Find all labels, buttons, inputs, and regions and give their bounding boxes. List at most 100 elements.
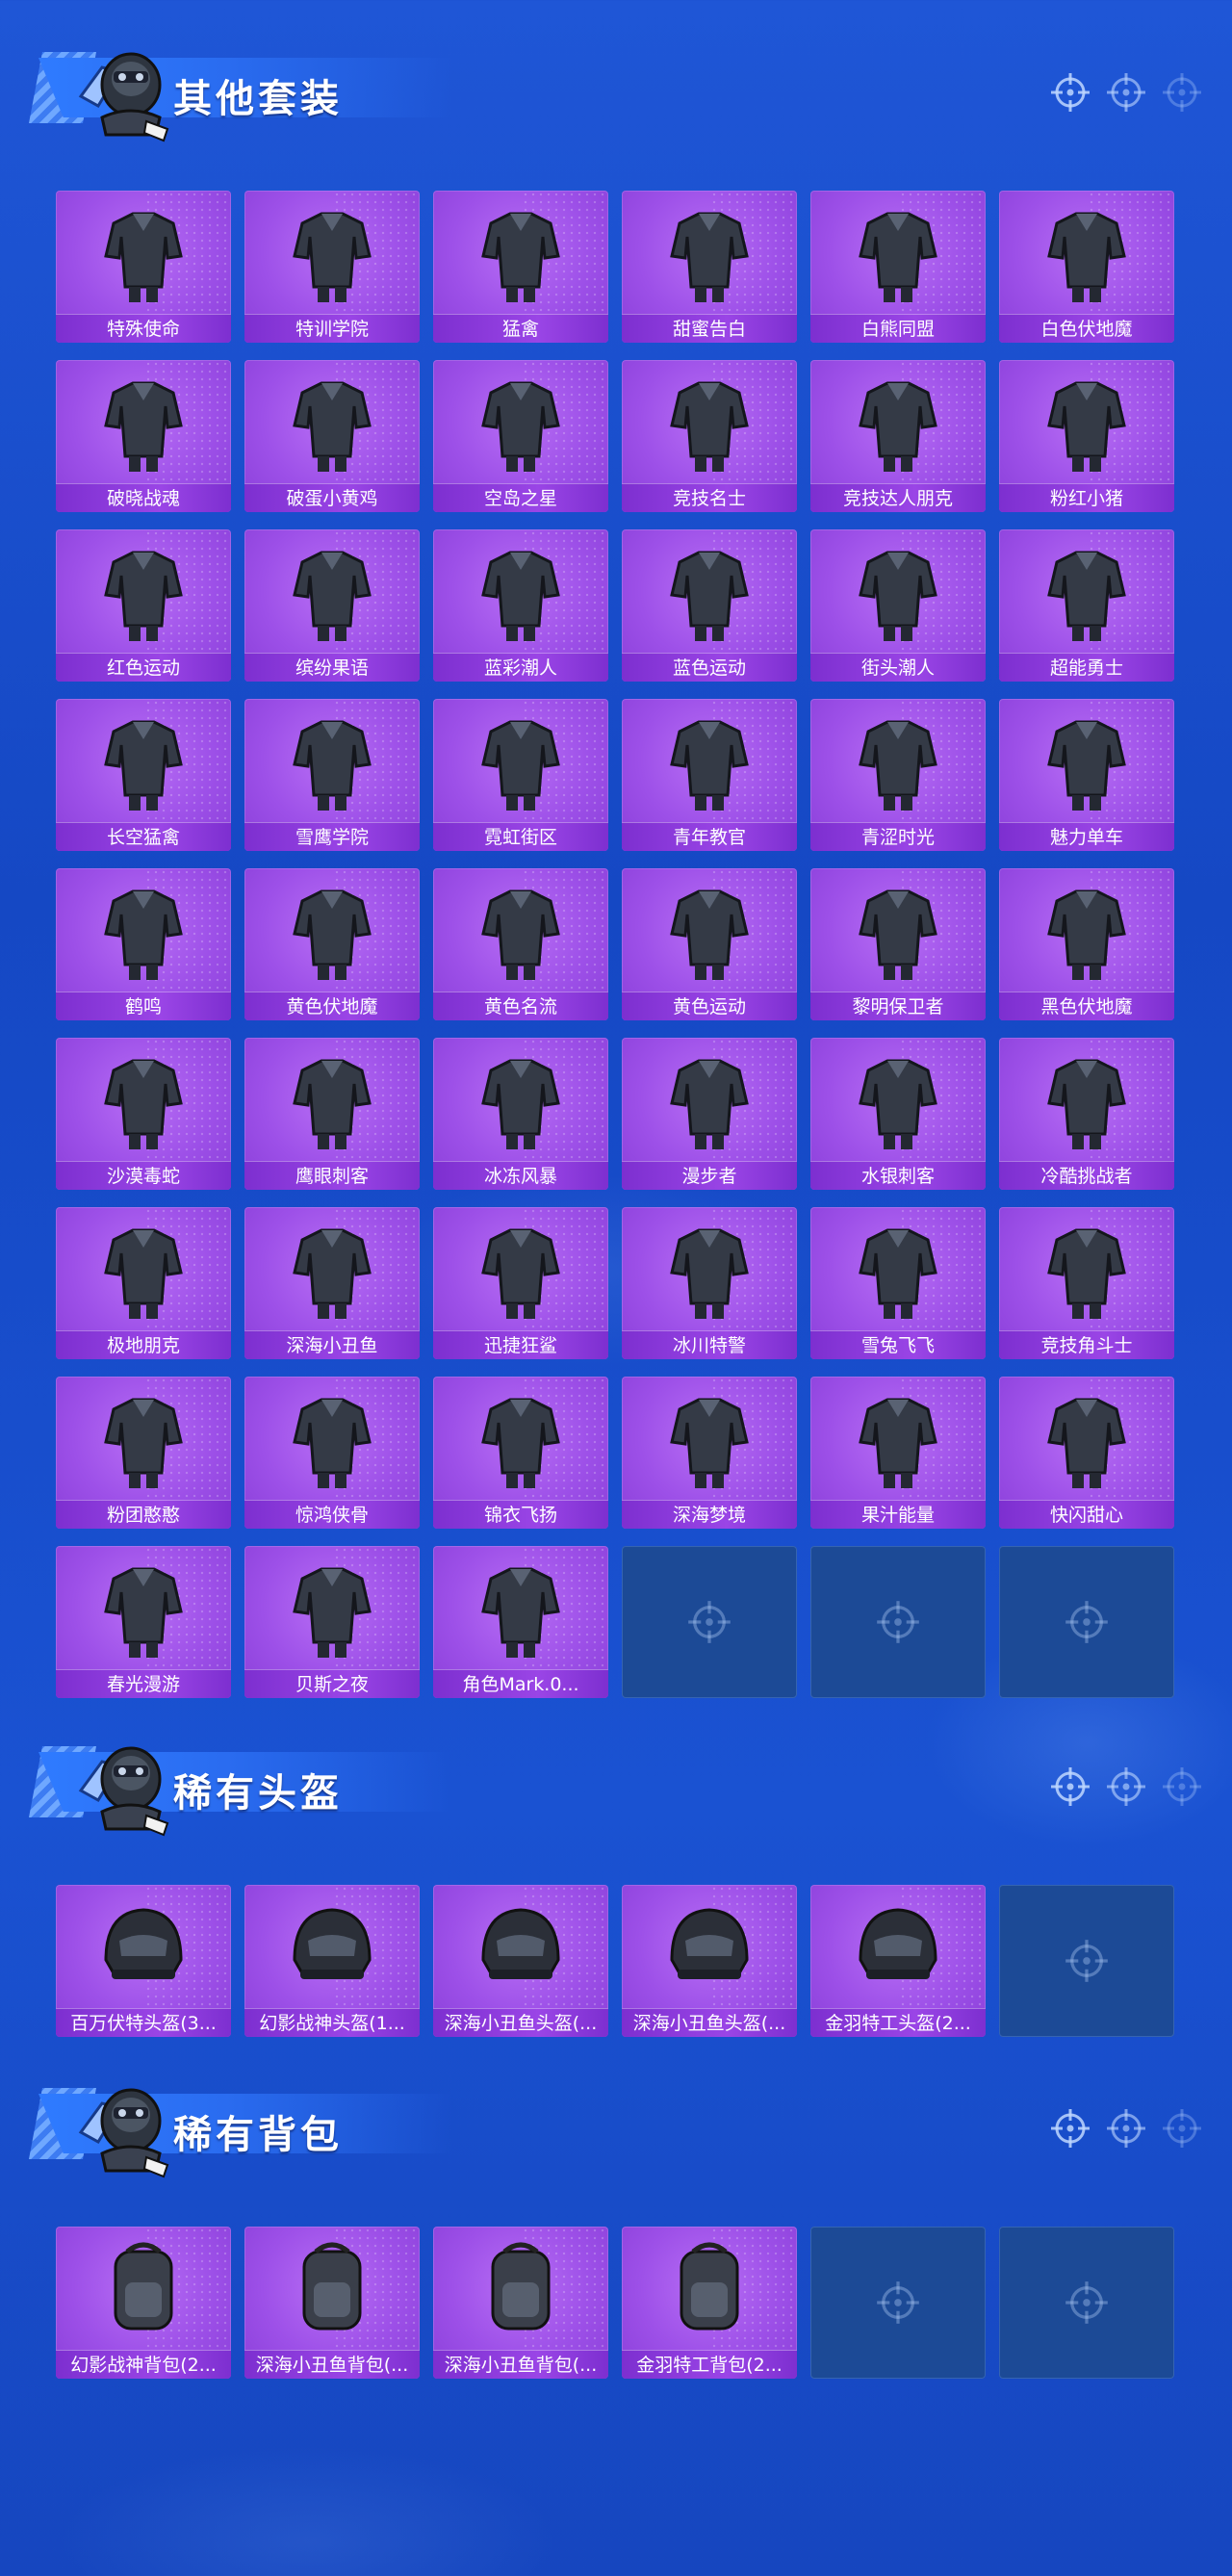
item-card[interactable]: 深海小丑鱼背包(... bbox=[433, 2227, 608, 2379]
outfit-image bbox=[273, 1215, 391, 1323]
item-card[interactable]: 红色运动 bbox=[56, 529, 231, 682]
item-card[interactable]: 竞技名士 bbox=[622, 360, 797, 512]
item-card[interactable]: 猛禽 bbox=[433, 191, 608, 343]
item-card[interactable]: 粉红小猪 bbox=[999, 360, 1174, 512]
item-card[interactable]: 金羽特工头盔(2... bbox=[810, 1885, 986, 2037]
outfit-image bbox=[839, 537, 957, 645]
item-card[interactable]: 霓虹街区 bbox=[433, 699, 608, 851]
item-card[interactable]: 锦衣飞扬 bbox=[433, 1377, 608, 1529]
item-name: 冰冻风暴 bbox=[433, 1161, 608, 1190]
item-card[interactable]: 雪鹰学院 bbox=[244, 699, 420, 851]
outfit-image bbox=[1028, 368, 1145, 476]
item-card[interactable]: 青涩时光 bbox=[810, 699, 986, 851]
mascot-icon bbox=[64, 1723, 179, 1837]
item-name: 粉红小猪 bbox=[999, 483, 1174, 512]
item-card[interactable]: 黄色伏地魔 bbox=[244, 868, 420, 1020]
item-card[interactable]: 竞技达人朋克 bbox=[810, 360, 986, 512]
item-card[interactable]: 深海小丑鱼头盔(... bbox=[622, 1885, 797, 2037]
item-card[interactable]: 黄色运动 bbox=[622, 868, 797, 1020]
outfit-image bbox=[1028, 1215, 1145, 1323]
item-card[interactable]: 白色伏地魔 bbox=[999, 191, 1174, 343]
item-card[interactable]: 甜蜜告白 bbox=[622, 191, 797, 343]
outfit-image bbox=[273, 198, 391, 306]
item-name: 金羽特工背包(2... bbox=[622, 2350, 797, 2379]
item-name: 锦衣飞扬 bbox=[433, 1500, 608, 1529]
item-grid: 特殊使命 特训学院 猛禽 甜蜜告白 白熊同盟 白色伏地魔 破晓战魂 破蛋小黄鸡 … bbox=[56, 191, 1174, 1698]
item-card[interactable]: 百万伏特头盔(3... bbox=[56, 1885, 231, 2037]
item-card[interactable]: 黄色名流 bbox=[433, 868, 608, 1020]
item-card[interactable]: 黎明保卫者 bbox=[810, 868, 986, 1020]
item-card[interactable]: 破晓战魂 bbox=[56, 360, 231, 512]
item-name: 幻影战神背包(2... bbox=[56, 2350, 231, 2379]
crosshair-icon bbox=[1064, 2280, 1110, 2326]
item-card[interactable]: 快闪甜心 bbox=[999, 1377, 1174, 1529]
item-name: 特殊使命 bbox=[56, 314, 231, 343]
item-name: 雪兔飞飞 bbox=[810, 1330, 986, 1359]
item-card[interactable]: 深海小丑鱼头盔(... bbox=[433, 1885, 608, 2037]
item-card[interactable]: 魅力单车 bbox=[999, 699, 1174, 851]
item-card[interactable]: 鹰眼刺客 bbox=[244, 1038, 420, 1190]
item-card[interactable]: 破蛋小黄鸡 bbox=[244, 360, 420, 512]
item-card[interactable]: 特殊使命 bbox=[56, 191, 231, 343]
item-card[interactable]: 蓝彩潮人 bbox=[433, 529, 608, 682]
item-card[interactable]: 迅捷狂鲨 bbox=[433, 1207, 608, 1359]
item-card[interactable]: 鹤鸣 bbox=[56, 868, 231, 1020]
item-card[interactable]: 街头潮人 bbox=[810, 529, 986, 682]
item-card[interactable]: 漫步者 bbox=[622, 1038, 797, 1190]
item-name: 鹤鸣 bbox=[56, 992, 231, 1020]
item-card[interactable]: 贝斯之夜 bbox=[244, 1546, 420, 1698]
empty-slot bbox=[999, 1885, 1174, 2037]
item-name: 贝斯之夜 bbox=[244, 1669, 420, 1698]
item-card[interactable]: 金羽特工背包(2... bbox=[622, 2227, 797, 2379]
outfit-image bbox=[85, 876, 202, 984]
item-card[interactable]: 蓝色运动 bbox=[622, 529, 797, 682]
item-card[interactable]: 白熊同盟 bbox=[810, 191, 986, 343]
item-name: 白色伏地魔 bbox=[999, 314, 1174, 343]
outfit-image bbox=[651, 1215, 768, 1323]
item-card[interactable]: 角色Mark.0... bbox=[433, 1546, 608, 1698]
item-name: 黑色伏地魔 bbox=[999, 992, 1174, 1020]
item-card[interactable]: 粉团憨憨 bbox=[56, 1377, 231, 1529]
item-card[interactable]: 极地朋克 bbox=[56, 1207, 231, 1359]
item-card[interactable]: 惊鸿侠骨 bbox=[244, 1377, 420, 1529]
item-name: 金羽特工头盔(2... bbox=[810, 2008, 986, 2037]
outfit-image bbox=[85, 1045, 202, 1153]
item-card[interactable]: 水银刺客 bbox=[810, 1038, 986, 1190]
item-name: 黄色伏地魔 bbox=[244, 992, 420, 1020]
item-card[interactable]: 深海小丑鱼背包(... bbox=[244, 2227, 420, 2379]
item-card[interactable]: 冰冻风暴 bbox=[433, 1038, 608, 1190]
item-card[interactable]: 幻影战神背包(2... bbox=[56, 2227, 231, 2379]
outfit-image bbox=[273, 1554, 391, 1662]
item-card[interactable]: 雪兔飞飞 bbox=[810, 1207, 986, 1359]
item-name: 青涩时光 bbox=[810, 822, 986, 851]
item-name: 黄色运动 bbox=[622, 992, 797, 1020]
item-card[interactable]: 长空猛禽 bbox=[56, 699, 231, 851]
item-card[interactable]: 冷酷挑战者 bbox=[999, 1038, 1174, 1190]
item-card[interactable]: 幻影战神头盔(1... bbox=[244, 1885, 420, 2037]
item-card[interactable]: 深海小丑鱼 bbox=[244, 1207, 420, 1359]
item-name: 空岛之星 bbox=[433, 483, 608, 512]
item-card[interactable]: 青年教官 bbox=[622, 699, 797, 851]
item-card[interactable]: 冰川特警 bbox=[622, 1207, 797, 1359]
empty-slot bbox=[810, 2227, 986, 2379]
item-name: 甜蜜告白 bbox=[622, 314, 797, 343]
item-name: 黎明保卫者 bbox=[810, 992, 986, 1020]
item-card[interactable]: 空岛之星 bbox=[433, 360, 608, 512]
item-name: 极地朋克 bbox=[56, 1330, 231, 1359]
item-card[interactable]: 深海梦境 bbox=[622, 1377, 797, 1529]
item-name: 深海小丑鱼背包(... bbox=[433, 2350, 608, 2379]
item-card[interactable]: 超能勇士 bbox=[999, 529, 1174, 682]
item-name: 冰川特警 bbox=[622, 1330, 797, 1359]
item-card[interactable]: 竞技角斗士 bbox=[999, 1207, 1174, 1359]
outfit-image bbox=[462, 537, 579, 645]
item-card[interactable]: 果汁能量 bbox=[810, 1377, 986, 1529]
item-card[interactable]: 春光漫游 bbox=[56, 1546, 231, 1698]
outfit-image bbox=[839, 876, 957, 984]
crosshair-icon bbox=[1064, 1599, 1110, 1645]
item-card[interactable]: 缤纷果语 bbox=[244, 529, 420, 682]
outfit-image bbox=[1028, 707, 1145, 814]
item-name: 破晓战魂 bbox=[56, 483, 231, 512]
item-card[interactable]: 黑色伏地魔 bbox=[999, 868, 1174, 1020]
item-card[interactable]: 沙漠毒蛇 bbox=[56, 1038, 231, 1190]
item-card[interactable]: 特训学院 bbox=[244, 191, 420, 343]
